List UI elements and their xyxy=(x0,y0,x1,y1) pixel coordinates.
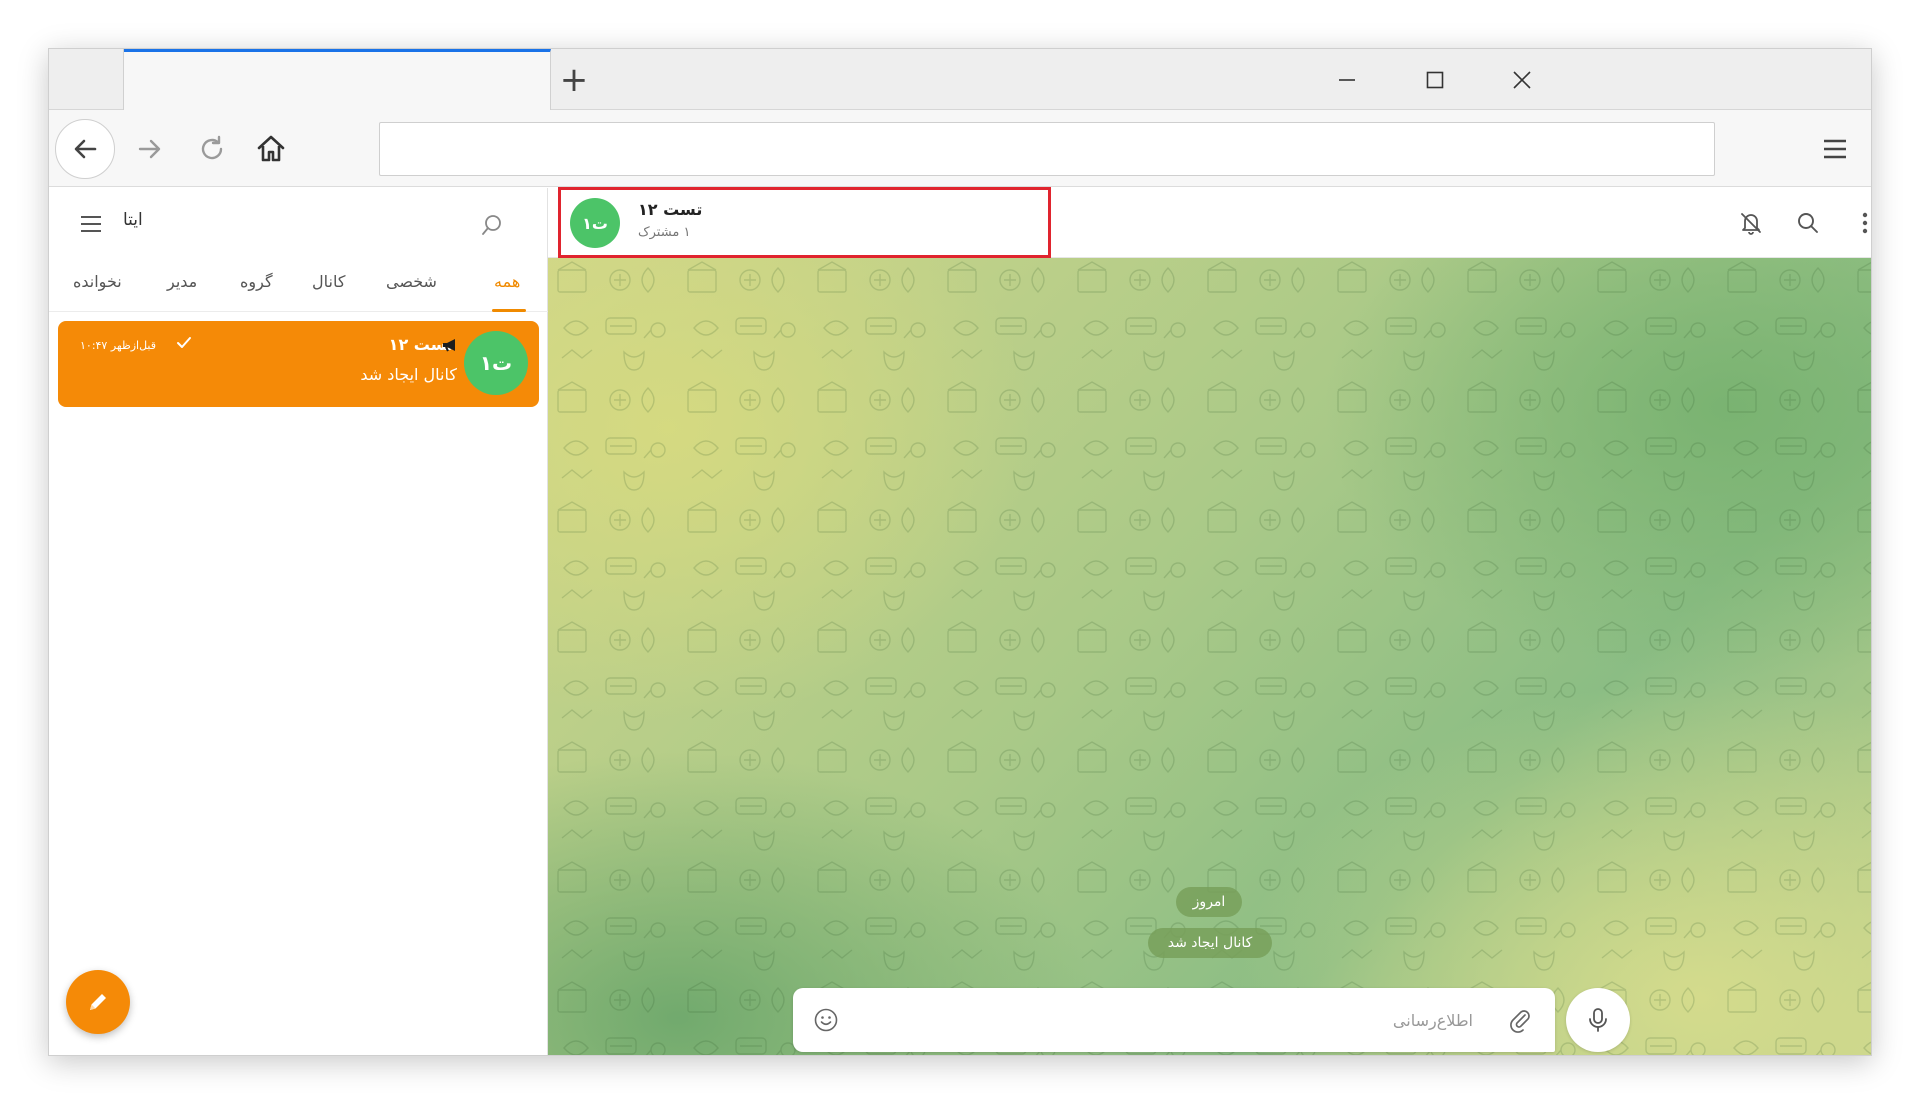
message-input[interactable] xyxy=(853,1000,1473,1040)
close-window-button[interactable] xyxy=(1502,62,1542,98)
chat-filter-tabs: همه شخصی کانال گروه مدیر نخوانده xyxy=(49,258,548,312)
mute-button[interactable] xyxy=(1735,207,1767,239)
close-icon xyxy=(1513,71,1531,89)
last-message: کانال ایجاد شد xyxy=(360,365,457,384)
chat-header[interactable]: ت۱ تست ۱۲ ۱ مشترک xyxy=(548,187,1871,258)
sidebar-header: ایتا xyxy=(49,188,548,258)
new-tab-button[interactable]: + xyxy=(555,61,593,99)
active-tab-indicator xyxy=(492,309,526,312)
attach-button[interactable] xyxy=(1505,1005,1535,1035)
minimize-button[interactable] xyxy=(1327,62,1367,98)
home-button[interactable] xyxy=(251,129,291,169)
navigation-bar xyxy=(49,110,1871,187)
address-bar[interactable] xyxy=(379,122,1715,176)
hamburger-menu-icon xyxy=(1824,139,1846,159)
maximize-icon xyxy=(1426,71,1444,89)
microphone-icon xyxy=(1589,1008,1607,1032)
smiley-icon xyxy=(814,1008,838,1032)
date-separator: امروز xyxy=(1176,887,1242,917)
back-button[interactable] xyxy=(55,119,115,179)
messenger-app: ایتا همه شخصی کانال گروه مدیر نخوانده ت۱… xyxy=(49,187,1871,1055)
voice-record-button[interactable] xyxy=(1566,988,1630,1052)
avatar: ت۱ xyxy=(464,331,528,395)
more-options-button[interactable] xyxy=(1849,207,1871,239)
search-icon xyxy=(482,215,501,235)
minimize-icon xyxy=(1339,79,1355,81)
tab-group[interactable]: گروه xyxy=(240,272,273,291)
emoji-button[interactable] xyxy=(811,1005,841,1035)
chat-search-button[interactable] xyxy=(1792,207,1824,239)
reload-button[interactable] xyxy=(192,129,232,169)
tab-placeholder[interactable] xyxy=(49,49,124,110)
forward-button[interactable] xyxy=(130,129,170,169)
app-title: ایتا xyxy=(123,210,143,230)
more-vertical-icon xyxy=(1862,212,1868,234)
tab-strip: + xyxy=(49,49,1871,111)
reload-icon xyxy=(201,135,223,160)
sidebar-menu-button[interactable] xyxy=(77,210,105,238)
browser-window: + ایتا همه شخصی کانال گروه مدیر نخوانده … xyxy=(48,48,1872,1056)
tab-unread[interactable]: نخوانده xyxy=(73,272,122,291)
home-icon xyxy=(257,135,285,162)
active-tab[interactable] xyxy=(124,49,551,111)
search-icon xyxy=(1798,213,1818,233)
tab-admin[interactable]: مدیر xyxy=(167,272,197,291)
chat-background: امروز کانال ایجاد شد xyxy=(548,258,1871,1055)
maximize-button[interactable] xyxy=(1415,62,1455,98)
message-composer xyxy=(793,988,1555,1052)
compose-button[interactable] xyxy=(66,970,130,1034)
paperclip-icon xyxy=(1510,1010,1530,1033)
hamburger-menu-icon xyxy=(81,216,101,232)
service-message: کانال ایجاد شد xyxy=(1148,928,1272,958)
megaphone-icon xyxy=(443,339,455,352)
pencil-icon xyxy=(90,994,106,1010)
back-arrow-icon xyxy=(74,139,97,159)
highlight-box xyxy=(558,187,1051,258)
chat-pane: ت۱ تست ۱۲ ۱ مشترک امروز کانال ایجاد شد ا… xyxy=(548,187,1871,1055)
forward-arrow-icon xyxy=(138,139,161,159)
chat-list-sidebar: ایتا همه شخصی کانال گروه مدیر نخوانده ت۱… xyxy=(49,188,548,1055)
chat-list-item[interactable]: ت۱ تست ۱۲ کانال ایجاد شد ۱۰:۴۷ قبل‌ازظهر xyxy=(58,321,539,407)
browser-menu-button[interactable] xyxy=(1815,129,1855,169)
bell-off-icon xyxy=(1741,213,1761,235)
tab-channel[interactable]: کانال xyxy=(312,272,345,291)
sidebar-search-button[interactable] xyxy=(477,210,507,240)
sent-check-icon xyxy=(177,337,191,348)
message-time: ۱۰:۴۷ قبل‌ازظهر xyxy=(80,339,157,352)
tab-personal[interactable]: شخصی xyxy=(386,272,437,291)
plus-icon: + xyxy=(559,60,589,100)
tab-all[interactable]: همه xyxy=(494,272,520,291)
